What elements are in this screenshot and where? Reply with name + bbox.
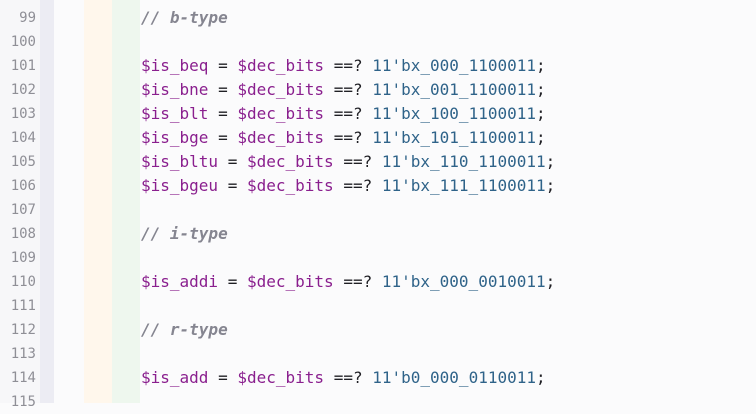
code-line[interactable]: 101 $is_beq = $dec_bits ==? 11'bx_000_110… — [0, 54, 756, 78]
code-editor[interactable]: 99 // b-type 100 101 $is_beq = $dec_bits ==?… — [0, 6, 756, 414]
code-line[interactable]: 113 — [0, 342, 756, 366]
line-number: 113 — [10, 346, 36, 362]
code-comment: // r-type — [141, 320, 228, 339]
assigned-variable: $is_addi — [141, 272, 219, 291]
line-number: 103 — [10, 106, 36, 122]
code-line[interactable]: 109 — [0, 246, 756, 270]
code-text: $is_bgeu = $dec_bits ==? 11'bx_111_11000… — [141, 176, 556, 195]
line-number: 111 — [10, 298, 36, 314]
source-variable: $dec_bits — [237, 56, 325, 75]
literal-value: 11'bx_000_1100011 — [372, 56, 536, 75]
source-variable: $dec_bits — [237, 368, 325, 387]
code-text: // b-type — [141, 6, 228, 30]
code-line[interactable]: 100 — [0, 30, 756, 54]
operator: ==? — [333, 56, 363, 75]
literal-value: 11'bx_111_1100011 — [381, 176, 546, 195]
operator: ==? — [343, 152, 373, 171]
code-line[interactable]: 106 $is_bgeu = $dec_bits ==? 11'bx_111_11… — [0, 174, 756, 198]
code-text: // i-type — [141, 222, 228, 246]
literal-value: 11'b0_000_0110011 — [372, 368, 536, 387]
source-variable: $dec_bits — [237, 104, 325, 123]
source-variable: $dec_bits — [246, 152, 334, 171]
assigned-variable: $is_bne — [141, 80, 209, 99]
line-number: 109 — [10, 250, 36, 266]
assigned-variable: $is_bltu — [141, 152, 219, 171]
line-number: 114 — [10, 370, 36, 386]
operator: ==? — [333, 104, 363, 123]
literal-value: 11'bx_100_1100011 — [372, 104, 536, 123]
code-text: $is_blt = $dec_bits ==? 11'bx_100_110001… — [141, 104, 546, 123]
source-variable: $dec_bits — [246, 272, 334, 291]
code-text: $is_bge = $dec_bits ==? 11'bx_101_110001… — [141, 128, 546, 147]
line-number: 110 — [10, 274, 36, 290]
line-number: 100 — [10, 34, 36, 50]
line-number: 105 — [10, 154, 36, 170]
operator: ==? — [333, 80, 363, 99]
source-variable: $dec_bits — [246, 176, 334, 195]
code-line[interactable]: 115 — [0, 390, 756, 414]
operator: ==? — [343, 272, 373, 291]
operator: ==? — [343, 176, 373, 195]
operator: ==? — [333, 368, 363, 387]
operator: ==? — [333, 128, 363, 147]
code-line[interactable]: 99 // b-type — [0, 6, 756, 30]
code-line[interactable]: 112 // r-type — [0, 318, 756, 342]
assigned-variable: $is_beq — [141, 56, 209, 75]
assigned-variable: $is_add — [141, 368, 209, 387]
line-number: 112 — [10, 322, 36, 338]
assigned-variable: $is_blt — [141, 104, 209, 123]
line-number: 106 — [10, 178, 36, 194]
code-text: $is_bne = $dec_bits ==? 11'bx_001_110001… — [141, 80, 546, 99]
code-text: // r-type — [141, 318, 228, 342]
literal-value: 11'bx_101_1100011 — [372, 128, 536, 147]
source-variable: $dec_bits — [237, 128, 325, 147]
line-number: 102 — [10, 82, 36, 98]
code-line[interactable]: 102 $is_bne = $dec_bits ==? 11'bx_001_110… — [0, 78, 756, 102]
assigned-variable: $is_bge — [141, 128, 209, 147]
line-number: 99 — [19, 10, 36, 26]
line-number: 108 — [10, 226, 36, 242]
code-comment: // b-type — [141, 8, 228, 27]
code-comment: // i-type — [141, 224, 228, 243]
code-line[interactable]: 103 $is_blt = $dec_bits ==? 11'bx_100_110… — [0, 102, 756, 126]
code-line[interactable]: 110 $is_addi = $dec_bits ==? 11'bx_000_00… — [0, 270, 756, 294]
code-text: $is_beq = $dec_bits ==? 11'bx_000_110001… — [141, 56, 546, 75]
code-line[interactable]: 105 $is_bltu = $dec_bits ==? 11'bx_110_11… — [0, 150, 756, 174]
code-line[interactable]: 111 — [0, 294, 756, 318]
line-number: 115 — [10, 394, 36, 410]
assigned-variable: $is_bgeu — [141, 176, 219, 195]
literal-value: 11'bx_001_1100011 — [372, 80, 536, 99]
code-line[interactable]: 108 // i-type — [0, 222, 756, 246]
source-variable: $dec_bits — [237, 80, 325, 99]
code-text: $is_bltu = $dec_bits ==? 11'bx_110_11000… — [141, 152, 556, 171]
code-text: $is_add = $dec_bits ==? 11'b0_000_011001… — [141, 368, 546, 387]
literal-value: 11'bx_000_0010011 — [381, 272, 546, 291]
code-line[interactable]: 114 $is_add = $dec_bits ==? 11'b0_000_011… — [0, 366, 756, 390]
code-text: $is_addi = $dec_bits ==? 11'bx_000_00100… — [141, 272, 556, 291]
literal-value: 11'bx_110_1100011 — [381, 152, 546, 171]
line-number: 107 — [10, 202, 36, 218]
code-line[interactable]: 104 $is_bge = $dec_bits ==? 11'bx_101_110… — [0, 126, 756, 150]
line-number: 101 — [10, 58, 36, 74]
line-number: 104 — [10, 130, 36, 146]
code-line[interactable]: 107 — [0, 198, 756, 222]
